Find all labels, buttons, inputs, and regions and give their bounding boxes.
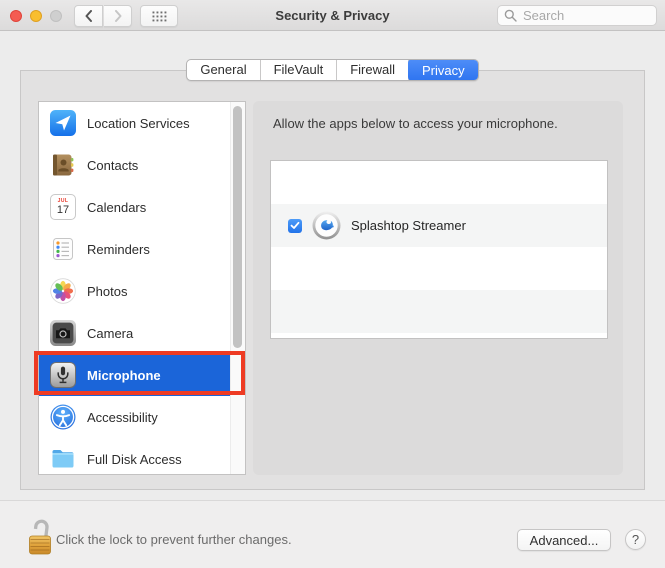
sidebar-item-label: Reminders (87, 241, 150, 257)
app-list-row (271, 290, 607, 333)
app-list-row (271, 333, 607, 338)
splashtop-streamer-checkbox[interactable] (288, 218, 302, 233)
sidebar-item-label: Full Disk Access (87, 451, 182, 467)
contacts-icon (53, 154, 74, 176)
sidebar-item-reminders[interactable]: Reminders (39, 228, 245, 270)
camera-icon (50, 320, 76, 346)
lock-hint-text: Click the lock to prevent further change… (56, 532, 292, 547)
app-list-row (271, 247, 607, 290)
help-button[interactable]: ? (625, 529, 646, 550)
reminders-icon (53, 238, 73, 260)
splashtop-streamer-icon (312, 211, 341, 240)
sidebar-item-label: Contacts (87, 157, 139, 173)
sidebar-item-camera[interactable]: Camera (39, 312, 245, 354)
tab-filevault[interactable]: FileVault (261, 60, 338, 80)
app-name-label: Splashtop Streamer (351, 218, 466, 233)
app-list-row (271, 161, 607, 204)
search-input[interactable] (521, 7, 641, 24)
microphone-icon (50, 362, 76, 388)
tab-general[interactable]: General (187, 60, 261, 80)
sidebar-item-microphone[interactable]: Microphone (39, 354, 245, 396)
sidebar-item-contacts[interactable]: Contacts (39, 144, 245, 186)
search-field[interactable] (497, 5, 657, 26)
tab-firewall[interactable]: Firewall (337, 60, 410, 80)
unlocked-lock-icon[interactable] (26, 517, 54, 557)
check-icon (290, 221, 300, 229)
security-privacy-window: Security & Privacy General FileVault Fir… (0, 0, 665, 568)
app-access-list: Splashtop Streamer (270, 160, 608, 339)
privacy-category-list: Location Services Contacts JUL 17 Calend… (38, 101, 246, 475)
footer: Click the lock to prevent further change… (0, 500, 665, 568)
sidebar-item-photos[interactable]: Photos (39, 270, 245, 312)
sidebar-item-accessibility[interactable]: Accessibility (39, 396, 245, 438)
sidebar-item-full-disk-access[interactable]: Full Disk Access (39, 438, 245, 474)
tab-bar: General FileVault Firewall Privacy (0, 59, 665, 81)
search-icon (504, 9, 517, 22)
full-disk-access-icon (52, 450, 74, 468)
location-services-icon (50, 110, 76, 136)
microphone-privacy-pane: Allow the apps below to access your micr… (253, 101, 623, 475)
sidebar-item-label: Photos (87, 283, 128, 299)
sidebar-item-label: Calendars (87, 199, 147, 215)
sidebar-scrollbar-thumb[interactable] (233, 106, 242, 348)
sidebar-scrollbar-track[interactable] (230, 102, 245, 474)
sidebar-item-label: Microphone (87, 367, 161, 383)
app-row-splashtop-streamer[interactable]: Splashtop Streamer (271, 204, 607, 247)
accessibility-icon (50, 404, 76, 430)
pane-heading: Allow the apps below to access your micr… (273, 116, 558, 131)
calendars-icon: JUL 17 (50, 194, 76, 220)
tab-privacy[interactable]: Privacy (408, 60, 478, 80)
advanced-button[interactable]: Advanced... (517, 529, 611, 551)
sidebar-item-label: Camera (87, 325, 134, 341)
sidebar-item-calendars[interactable]: JUL 17 Calendars (39, 186, 245, 228)
sidebar-item-label: Location Services (87, 115, 190, 131)
sidebar-item-location-services[interactable]: Location Services (39, 102, 245, 144)
titlebar: Security & Privacy (0, 0, 665, 31)
photos-icon (50, 278, 76, 304)
sidebar-item-label: Accessibility (87, 409, 158, 425)
